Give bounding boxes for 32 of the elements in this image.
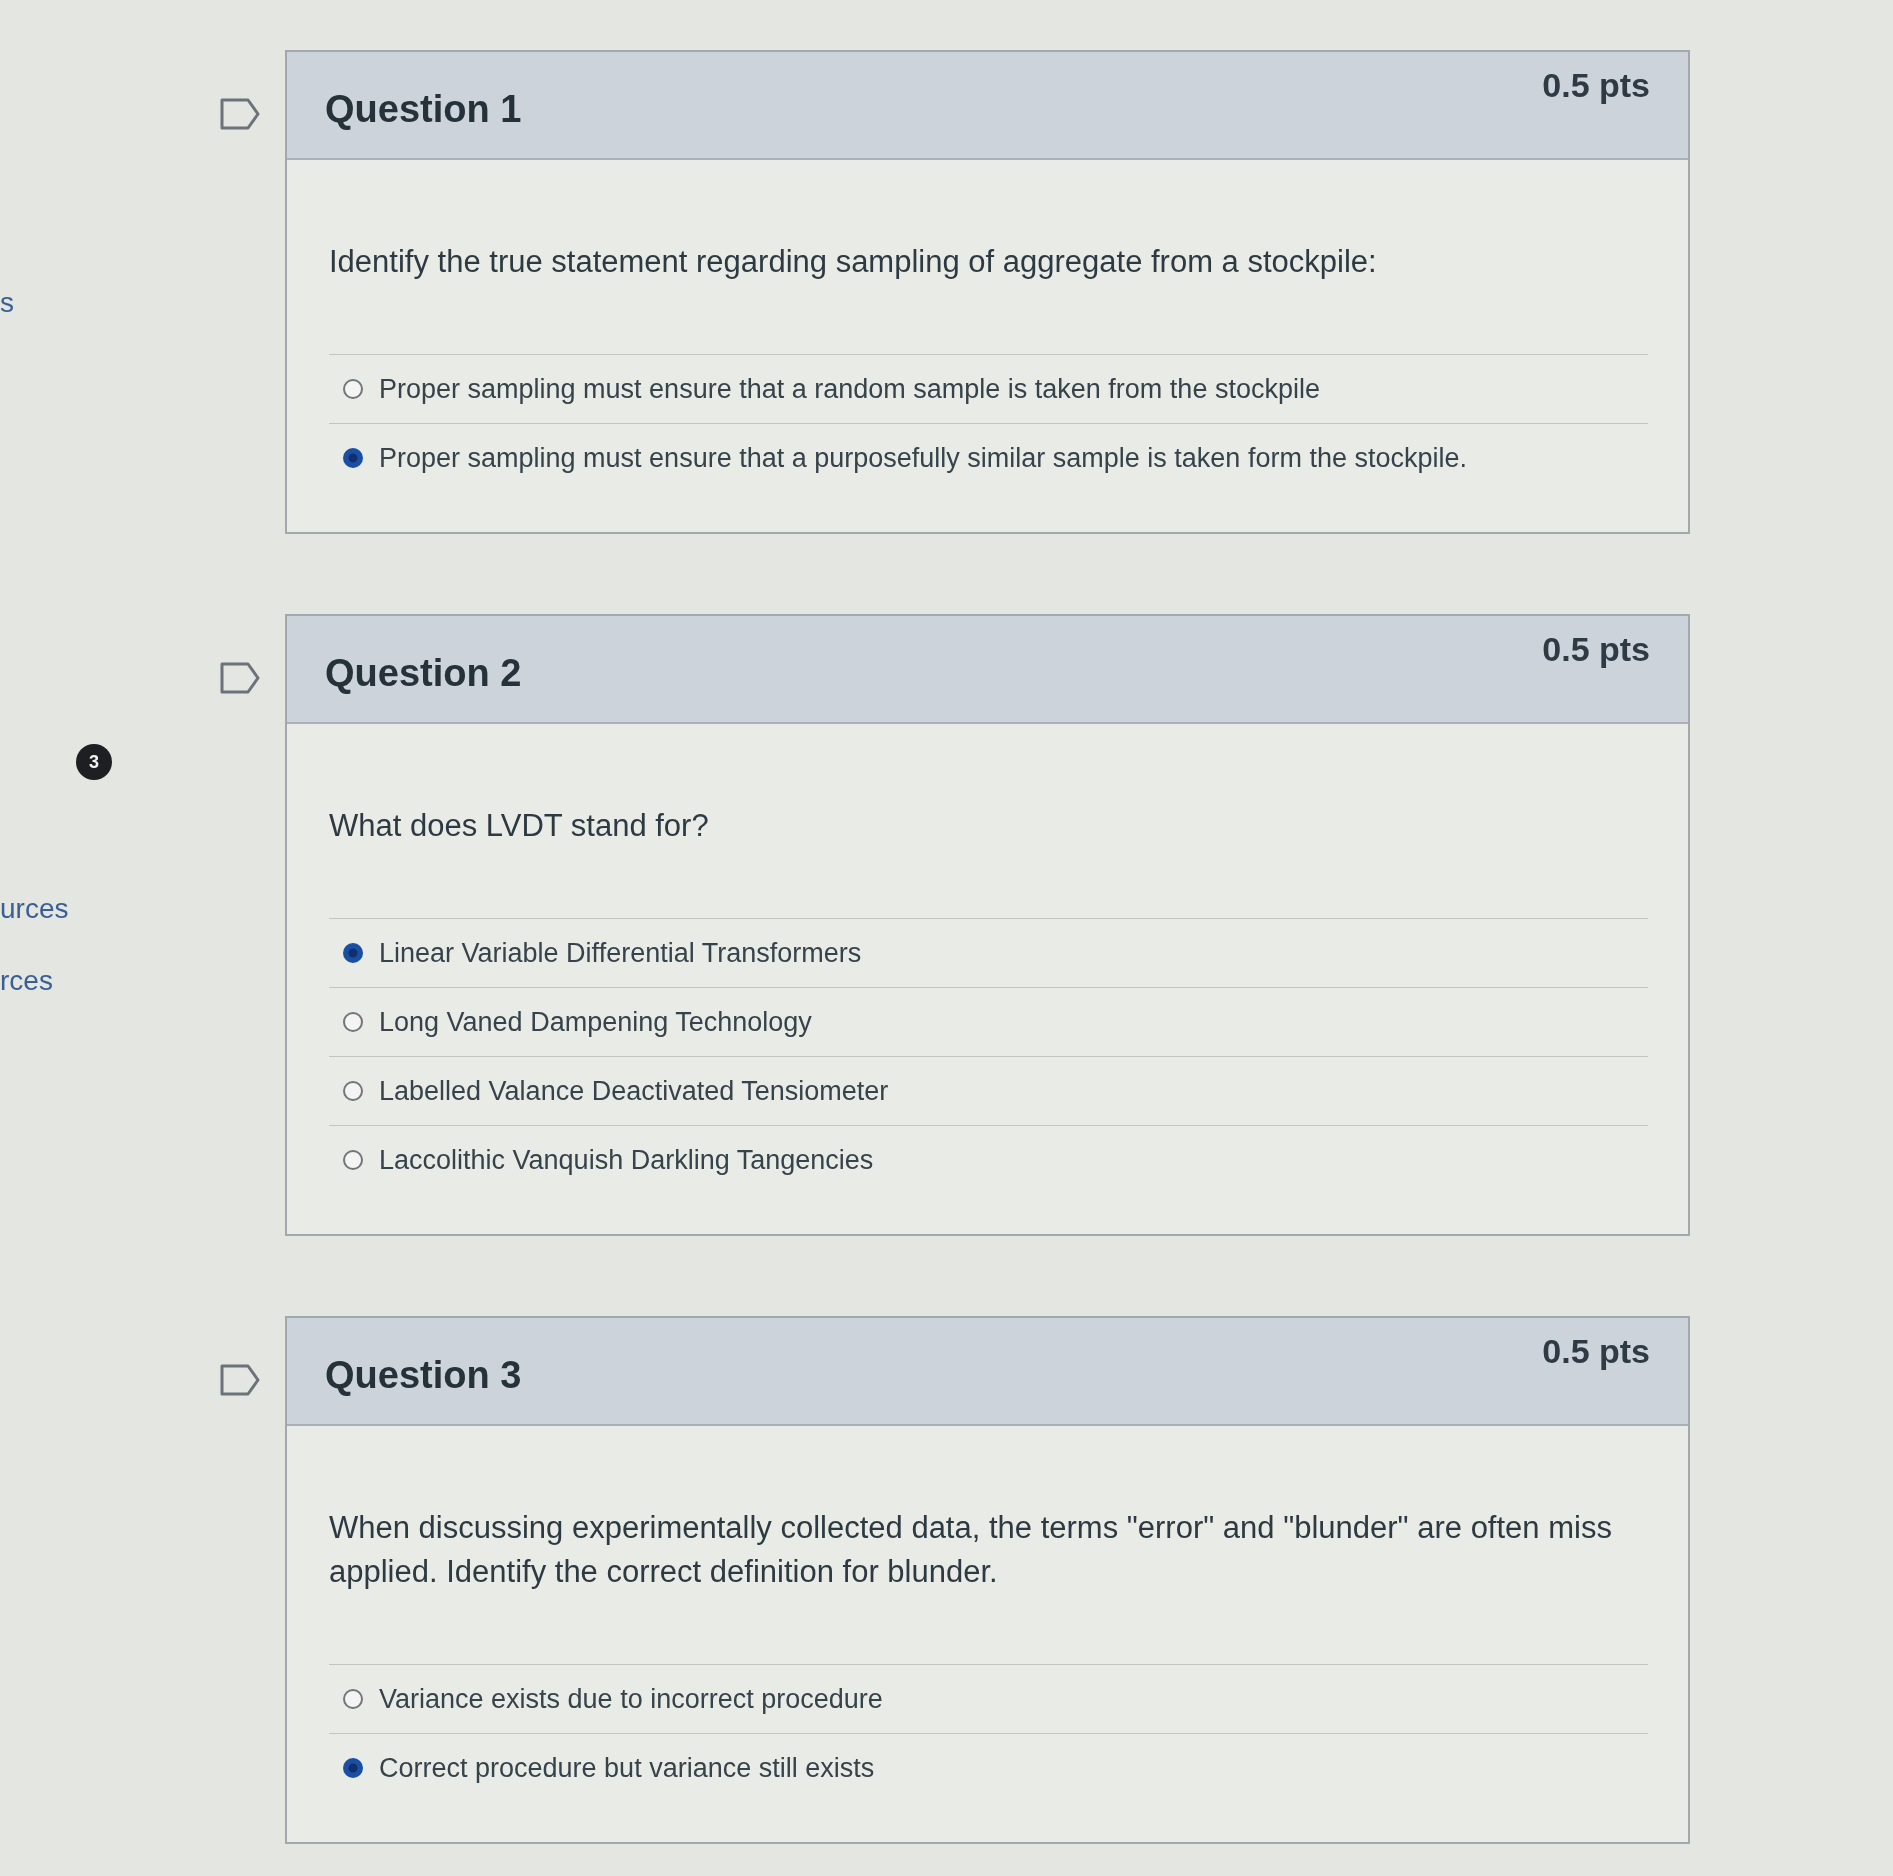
answer-label[interactable]: Correct procedure but variance still exists [379,1752,875,1784]
radio-button[interactable] [343,1689,363,1709]
radio-button[interactable] [343,1150,363,1170]
flag-icon[interactable] [220,662,260,694]
radio-button[interactable] [343,379,363,399]
answer-label[interactable]: Proper sampling must ensure that a purposefully similar sample is taken form the stockpile. [379,442,1467,474]
question-title: Question 3 [325,1354,522,1397]
question-text: Identify the true statement regarding sampling of aggregate from a stockpile: [329,243,1378,281]
radio-button[interactable] [343,1081,363,1101]
radio-button[interactable] [343,943,363,963]
question-text: When discussing experimentally collected data, the terms "error" and "blunder" are often miss applied. Identify the correct definition for blunder. [329,1509,1613,1591]
answer-label[interactable]: Linear Variable Differential Transformers [379,937,862,969]
flag-icon[interactable] [220,98,260,130]
answer-label[interactable]: Variance exists due to incorrect procedure [379,1683,883,1715]
question-text: What does LVDT stand for? [329,807,710,845]
question-title: Question 2 [325,652,522,695]
question-title: Question 1 [325,88,522,131]
question-points: 0.5 pts [1542,66,1650,105]
sidebar-link[interactable]: rces [0,964,53,998]
answer-label[interactable]: Labelled Valance Deactivated Tensiometer [379,1075,889,1107]
answer-label[interactable]: Long Vaned Dampening Technology [379,1006,812,1038]
radio-button[interactable] [343,1012,363,1032]
radio-button[interactable] [343,448,363,468]
sidebar-link[interactable]: s [0,286,14,320]
radio-button[interactable] [343,1758,363,1778]
question-points: 0.5 pts [1542,630,1650,669]
sidebar-link[interactable]: urces [0,892,69,926]
count-badge: 3 [76,744,112,780]
answer-label[interactable]: Laccolithic Vanquish Darkling Tangencies [379,1144,874,1176]
flag-icon[interactable] [220,1364,260,1396]
answer-label[interactable]: Proper sampling must ensure that a random sample is taken from the stockpile [379,373,1320,405]
question-points: 0.5 pts [1542,1332,1650,1371]
